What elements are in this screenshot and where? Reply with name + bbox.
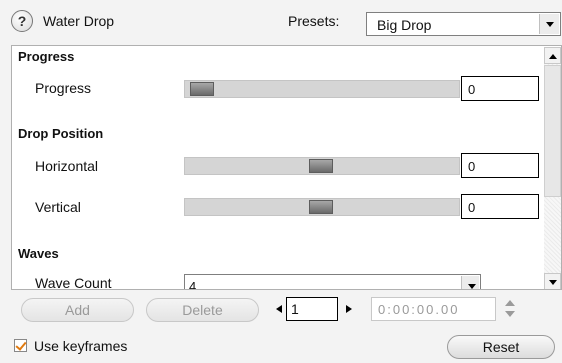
horizontal-label: Horizontal: [35, 158, 99, 174]
progress-label: Progress: [35, 80, 92, 96]
presets-value: Big Drop: [377, 17, 432, 33]
scroll-up-icon[interactable]: [544, 47, 561, 64]
vertical-value-field[interactable]: 0: [461, 194, 539, 219]
presets-dropdown[interactable]: Big Drop: [366, 12, 561, 36]
triangle-right-icon[interactable]: [346, 305, 352, 313]
vertical-slider-thumb[interactable]: [309, 200, 333, 214]
spinner-up-icon[interactable]: [505, 300, 515, 306]
vertical-slider[interactable]: [184, 198, 460, 216]
delete-keyframe-button[interactable]: Delete: [146, 298, 259, 322]
progress-value-field[interactable]: 0: [461, 76, 539, 101]
horizontal-slider[interactable]: [184, 157, 460, 175]
horizontal-slider-thumb[interactable]: [309, 159, 333, 173]
effect-title: Water Drop: [43, 13, 115, 29]
parameters-panel: Progress Progress 0 Drop Position Horizo…: [11, 45, 562, 290]
wave-count-value: 4: [189, 279, 197, 290]
triangle-left-icon[interactable]: [276, 305, 282, 313]
scroll-down-icon[interactable]: [544, 273, 561, 289]
scrollbar-thumb[interactable]: [544, 65, 561, 197]
chevron-down-icon[interactable]: [539, 14, 559, 34]
section-drop-position: Drop Position: [18, 126, 104, 141]
spinner-down-icon[interactable]: [505, 311, 515, 317]
help-icon[interactable]: ?: [11, 10, 33, 32]
use-keyframes-label[interactable]: Use keyframes: [34, 338, 127, 354]
progress-slider-thumb[interactable]: [190, 82, 214, 96]
vertical-scrollbar[interactable]: [544, 47, 561, 289]
horizontal-value-field[interactable]: 0: [461, 153, 539, 178]
timecode-field[interactable]: 0:00:00.00: [371, 297, 496, 321]
header-bar: ? Water Drop Presets: Big Drop: [0, 0, 562, 44]
reset-button[interactable]: Reset: [447, 335, 555, 359]
use-keyframes-checkbox[interactable]: [14, 339, 27, 352]
section-progress: Progress: [18, 49, 75, 64]
wave-count-label: Wave Count: [35, 275, 112, 290]
add-keyframe-button[interactable]: Add: [21, 298, 134, 322]
chevron-down-icon[interactable]: [461, 276, 479, 289]
presets-label: Presets:: [288, 13, 340, 29]
vertical-label: Vertical: [35, 199, 81, 215]
section-waves: Waves: [18, 246, 59, 261]
keyframe-number-field[interactable]: 1: [286, 297, 338, 321]
wave-count-dropdown[interactable]: 4: [184, 274, 481, 290]
progress-slider[interactable]: [184, 80, 460, 98]
